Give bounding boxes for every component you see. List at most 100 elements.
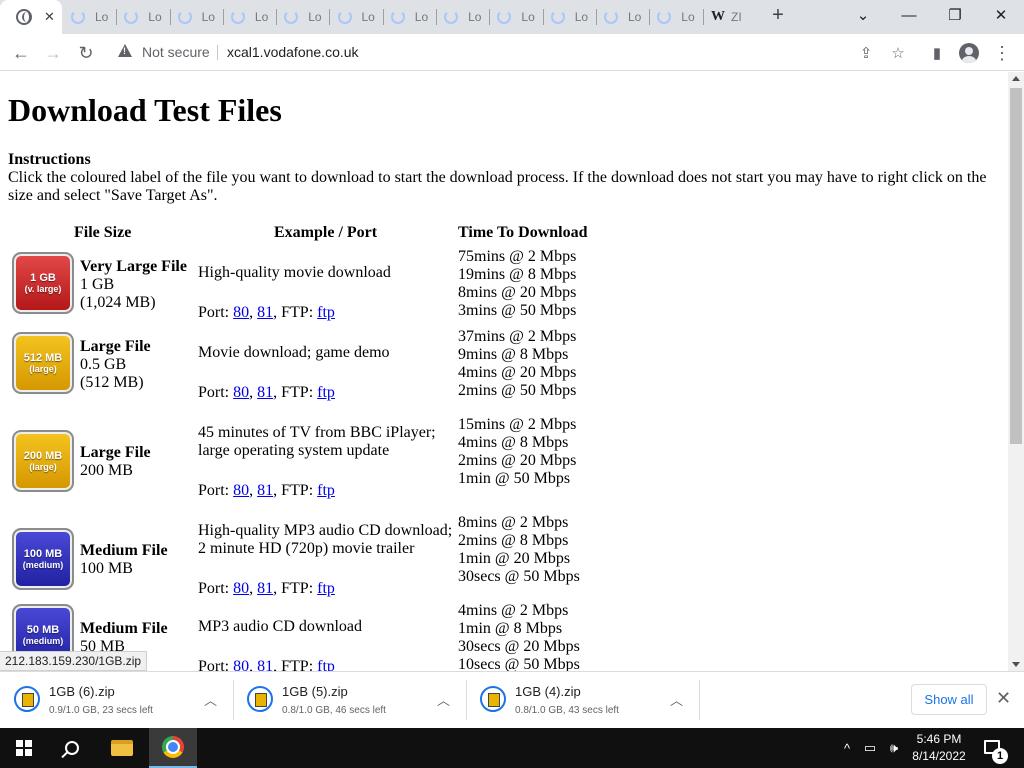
loading-spinner-icon [337,10,352,24]
ftp-link[interactable]: ftp [317,304,335,321]
ftp-label: , FTP: [273,304,314,321]
port-label: Port: [198,482,230,499]
download-filename[interactable]: 1GB (4).zip [515,684,581,699]
profile-button[interactable] [959,43,979,63]
start-button[interactable] [0,728,48,768]
badge-size: 50 MB [26,624,60,636]
restore-button[interactable]: ❐ [932,0,978,30]
tab-loading[interactable]: Lo [437,0,491,34]
ftp-label: , FTP: [273,384,314,401]
tab-title: Lo [468,10,482,24]
bookmark-star-icon[interactable]: ☆ [888,43,908,63]
tab-loading[interactable]: Lo [117,0,171,34]
tab-title: Lo [681,10,695,24]
reload-button[interactable]: ↻ [73,40,99,66]
badge-class: (medium) [22,636,64,646]
volume-icon[interactable]: 🕪 [884,728,904,768]
download-item[interactable]: 1GB (5).zip 0.8/1.0 GB, 46 secs left ︿ [233,672,467,727]
port-80-link[interactable]: 80 [233,580,249,597]
scroll-up-arrow-icon[interactable] [1012,76,1020,81]
tab-loading[interactable]: Lo [384,0,438,34]
file-row: 200 MB (large) Large File 200 MB 45 minutes … [0,416,1008,506]
port-80-link[interactable]: 80 [233,658,249,671]
download-item[interactable]: 1GB (6).zip 0.9/1.0 GB, 23 secs left ︿ [0,672,234,727]
tab-loading[interactable]: Lo [171,0,224,34]
download-time: 8mins @ 2 Mbps [458,514,569,531]
file-title: Large File [80,444,151,461]
file-explorer-button[interactable] [98,728,146,768]
tab-loading[interactable]: Lo [277,0,331,34]
port-80-link[interactable]: 80 [233,384,249,401]
port-81-link[interactable]: 81 [257,482,273,499]
ftp-link[interactable]: ftp [317,482,335,499]
menu-kebab-icon[interactable]: ⋮ [992,43,1012,63]
scrollbar-thumb[interactable] [1010,88,1022,444]
page-viewport: Download Test Files Instructions Click t… [0,72,1008,671]
port-81-link[interactable]: 81 [257,580,273,597]
loading-spinner-icon [550,10,565,24]
port-81-link[interactable]: 81 [257,304,273,321]
download-time: 30secs @ 50 Mbps [458,568,580,585]
show-all-button[interactable]: Show all [911,684,987,715]
search-button[interactable] [48,728,96,768]
chevron-up-icon[interactable]: ︿ [670,690,683,709]
download-item[interactable]: 1GB (4).zip 0.8/1.0 GB, 43 secs left ︿ [466,672,700,727]
scroll-down-arrow-icon[interactable] [1012,662,1020,667]
tab-title: Lo [361,10,375,24]
back-button[interactable]: ← [8,40,34,66]
ftp-link[interactable]: ftp [317,580,335,597]
page-scrollbar[interactable] [1008,72,1024,671]
tab-search-button[interactable]: ⌄ [840,0,886,30]
system-clock[interactable]: 5:46 PM 8/14/2022 [906,731,972,765]
tab-active[interactable]: ✕ [0,0,62,34]
chevron-up-icon[interactable]: ︿ [204,690,217,709]
close-shelf-icon[interactable]: ✕ [996,688,1011,709]
file-download-button[interactable]: 1 GB (v. large) [12,252,74,314]
security-label[interactable]: Not secure [142,44,210,60]
ftp-link[interactable]: ftp [317,658,335,671]
share-icon[interactable]: ⇪ [856,43,876,63]
file-download-button[interactable]: 100 MB (medium) [12,528,74,590]
column-header-size: File Size [74,224,132,241]
port-label: Port: [198,658,230,671]
download-filename[interactable]: 1GB (6).zip [49,684,115,699]
tab-loading[interactable]: Lo [64,0,118,34]
file-title: Medium File [80,620,168,637]
file-download-button[interactable]: 512 MB (large) [12,332,74,394]
chevron-up-icon[interactable]: ︿ [437,690,450,709]
download-time: 30secs @ 20 Mbps [458,638,580,655]
url-text[interactable]: xcal1.vodafone.co.uk [227,44,359,60]
tab-loading[interactable]: Lo [597,0,651,34]
side-panel-icon[interactable]: ▮ [927,43,947,63]
download-filename[interactable]: 1GB (5).zip [282,684,348,699]
tray-chevron-icon[interactable]: ^ [838,728,856,768]
tab-loading[interactable]: Lo [650,0,704,34]
notification-badge: 1 [992,748,1008,764]
port-81-link[interactable]: 81 [257,658,273,671]
address-bar[interactable]: Not secure xcal1.vodafone.co.uk [108,38,842,66]
tab-loading[interactable]: Lo [490,0,544,34]
ftp-link[interactable]: ftp [317,384,335,401]
port-80-link[interactable]: 80 [233,482,249,499]
port-80-link[interactable]: 80 [233,304,249,321]
network-icon[interactable]: ▭ [860,728,880,768]
badge-class: (large) [29,462,57,472]
close-tab-icon[interactable]: ✕ [44,9,55,25]
minimize-button[interactable]: — [886,0,932,30]
file-download-button[interactable]: 200 MB (large) [12,430,74,492]
forward-button[interactable]: → [40,40,66,66]
new-tab-button[interactable]: + [766,4,790,27]
tab-title: Lo [201,10,215,24]
download-times: 75mins @ 2 Mbps 19mins @ 8 Mbps 8mins @ 20… [458,248,576,320]
chrome-taskbar-button[interactable] [149,728,197,768]
file-example: High-quality MP3 audio CD download; 2 mi… [198,522,453,557]
tab-loading[interactable]: Lo [224,0,278,34]
close-window-button[interactable]: ✕ [978,0,1024,30]
tab-wikipedia[interactable]: W ZI [703,0,755,34]
download-time: 1min @ 8 Mbps [458,620,563,637]
port-line: Port: 80, 81, FTP: ftp [198,384,335,401]
zip-file-icon [14,686,40,712]
port-81-link[interactable]: 81 [257,384,273,401]
tab-loading[interactable]: Lo [331,0,384,34]
tab-loading[interactable]: Lo [544,0,597,34]
